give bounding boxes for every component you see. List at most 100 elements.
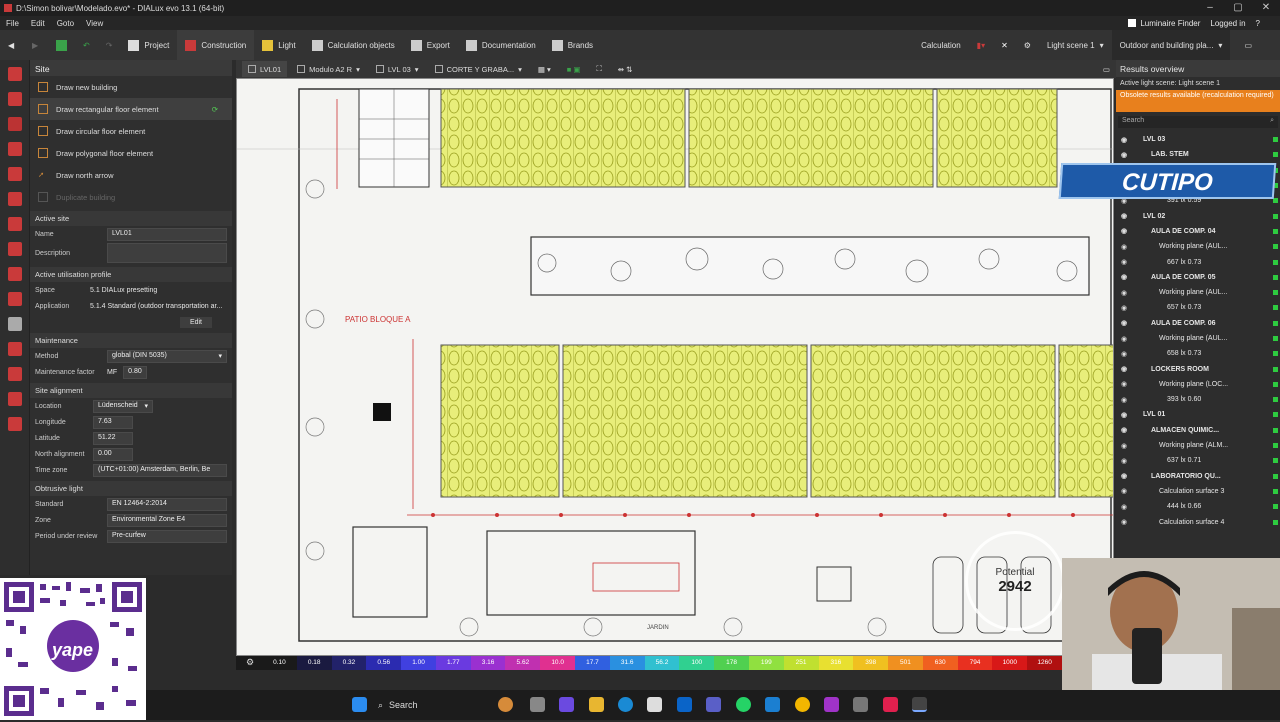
results-tree-row[interactable]: ◉ 444 lx 0.66: [1116, 499, 1280, 514]
fit-view-icon[interactable]: ⛶: [591, 61, 608, 77]
visibility-eye-icon[interactable]: ◉: [1121, 136, 1129, 144]
standard-select[interactable]: EN 12464-2:2014: [107, 497, 227, 511]
undo-button[interactable]: ↶: [75, 30, 98, 60]
falsecolor-toggle-icon[interactable]: ■ ▣: [561, 61, 587, 77]
storey-icon[interactable]: [7, 117, 22, 131]
visibility-eye-icon[interactable]: ◉: [1121, 319, 1129, 327]
visibility-eye-icon[interactable]: ◉: [1121, 258, 1129, 266]
site-icon[interactable]: [7, 67, 22, 81]
results-tree-row[interactable]: ◉ 658 lx 0.73: [1116, 346, 1280, 361]
logged-in-menu[interactable]: Logged in: [1210, 19, 1245, 28]
period-select[interactable]: Pre-curfew: [107, 529, 227, 543]
results-tree-row[interactable]: ◉ 667 lx 0.73: [1116, 254, 1280, 269]
room-icon[interactable]: [7, 167, 22, 181]
tab-brands[interactable]: Brands: [544, 30, 601, 60]
store-icon[interactable]: [647, 697, 662, 712]
tab-export[interactable]: Export: [403, 30, 458, 60]
visibility-eye-icon[interactable]: ◉: [1121, 335, 1129, 343]
visibility-eye-icon[interactable]: ◉: [1121, 380, 1129, 388]
zone-select[interactable]: Environmental Zone E4: [107, 513, 227, 527]
calculation-button[interactable]: Calculation: [913, 30, 969, 60]
results-search-input[interactable]: Search ⌕: [1118, 116, 1278, 128]
refresh-icon[interactable]: ⟳: [212, 105, 218, 114]
results-tree-row[interactable]: ◉ LVL 02: [1116, 208, 1280, 223]
chrome-icon[interactable]: [795, 697, 810, 712]
settings-icon[interactable]: ⚙: [1016, 30, 1039, 60]
visibility-eye-icon[interactable]: ◉: [1121, 227, 1129, 235]
draw-north-arrow-button[interactable]: ➚ Draw north arrow: [30, 164, 232, 186]
visibility-eye-icon[interactable]: ◉: [1121, 243, 1129, 251]
outlook-icon[interactable]: [677, 697, 692, 712]
results-tree-row[interactable]: ◉ LVL 01: [1116, 407, 1280, 422]
material-icon[interactable]: [7, 342, 22, 356]
teams-icon[interactable]: [706, 697, 721, 712]
copilot-icon[interactable]: [559, 697, 574, 712]
scene-type-select[interactable]: Outdoor and building pla... ▾: [1111, 30, 1231, 60]
maximize-button[interactable]: ▢: [1224, 0, 1252, 16]
visibility-eye-icon[interactable]: ◉: [1121, 411, 1129, 419]
visibility-eye-icon[interactable]: ◉: [1121, 457, 1129, 465]
terrain-icon[interactable]: [7, 367, 22, 381]
method-select[interactable]: global (DIN 5035) ▾: [107, 349, 227, 363]
measure-icon[interactable]: ⇹ ⇅: [612, 61, 639, 77]
visibility-eye-icon[interactable]: ◉: [1121, 365, 1129, 373]
results-tree-row[interactable]: ◉ ALMACEN QUIMIC...: [1116, 423, 1280, 438]
furniture-icon[interactable]: [7, 292, 22, 306]
visibility-eye-icon[interactable]: ◉: [1121, 442, 1129, 450]
visibility-eye-icon[interactable]: ◉: [1121, 518, 1129, 526]
draw-polygonal-floor-button[interactable]: Draw polygonal floor element: [30, 142, 232, 164]
tiktok-icon[interactable]: [883, 697, 898, 712]
duplicate-building-button[interactable]: Duplicate building: [30, 186, 232, 208]
results-tree-row[interactable]: ◉ Working plane (AUL...: [1116, 239, 1280, 254]
visibility-eye-icon[interactable]: ◉: [1121, 289, 1129, 297]
whatsapp-icon[interactable]: [736, 697, 751, 712]
tab-lvl01[interactable]: LVL01: [242, 61, 288, 77]
results-tree-row[interactable]: ◉ AULA DE COMP. 04: [1116, 224, 1280, 239]
results-tree-row[interactable]: ◉ AULA DE COMP. 05: [1116, 270, 1280, 285]
tab-construction[interactable]: Construction: [177, 30, 255, 60]
visibility-eye-icon[interactable]: ◉: [1121, 151, 1129, 159]
forward-button[interactable]: ▶: [24, 30, 48, 60]
latitude-field[interactable]: 51.22: [93, 431, 133, 445]
calculation-run-icon[interactable]: ▮▾: [969, 30, 993, 60]
visibility-eye-icon[interactable]: ◉: [1121, 487, 1129, 495]
tab-lvl03[interactable]: LVL 03 ▾: [370, 61, 425, 77]
light-scene-select[interactable]: Light scene 1 ▾: [1039, 30, 1112, 60]
results-tree-row[interactable]: ◉ LVL 03: [1116, 132, 1280, 147]
visibility-eye-icon[interactable]: ◉: [1121, 472, 1129, 480]
monitor-icon[interactable]: ▭: [1097, 61, 1116, 77]
edit-button[interactable]: Edit: [179, 316, 212, 328]
menu-file[interactable]: File: [0, 19, 25, 28]
results-tree-row[interactable]: ◉ AULA DE COMP. 06: [1116, 316, 1280, 331]
menu-edit[interactable]: Edit: [25, 19, 51, 28]
results-tree-row[interactable]: ◉ Calculation surface 3: [1116, 484, 1280, 499]
results-tree-row[interactable]: ◉ Working plane (AUL...: [1116, 331, 1280, 346]
app-purple-icon[interactable]: [824, 697, 839, 712]
window-icon[interactable]: [7, 217, 22, 231]
cut-icon[interactable]: [7, 317, 22, 331]
visibility-eye-icon[interactable]: ◉: [1121, 396, 1129, 404]
visibility-eye-icon[interactable]: ◉: [1121, 350, 1129, 358]
plan-canvas[interactable]: PATIO BLOQUE A JARDIN Potential 2942: [236, 78, 1114, 656]
dialux-taskbar-icon[interactable]: [912, 697, 927, 712]
close-window-button[interactable]: ✕: [1252, 0, 1280, 16]
vscode-icon[interactable]: [765, 697, 780, 712]
edge-icon[interactable]: [618, 697, 633, 712]
windows-start-icon[interactable]: [352, 697, 367, 712]
timezone-select[interactable]: (UTC+01:00) Amsterdam, Berlin, Be: [93, 463, 227, 477]
redo-button[interactable]: ↷: [98, 30, 121, 60]
draw-rectangular-floor-button[interactable]: Draw rectangular floor element ⟳: [30, 98, 232, 120]
location-select[interactable]: Lüdenscheid ▾: [93, 399, 153, 413]
results-tree-row[interactable]: ◉ LAB. STEM: [1116, 147, 1280, 162]
visibility-eye-icon[interactable]: ◉: [1121, 426, 1129, 434]
save-button[interactable]: [48, 30, 75, 60]
results-tree-row[interactable]: ◉ LABORATORIO QU...: [1116, 469, 1280, 484]
help-icon[interactable]: ?: [1256, 19, 1260, 28]
layout-icon[interactable]: ▭: [1236, 30, 1260, 60]
luminaire-finder-button[interactable]: Luminaire Finder: [1128, 19, 1200, 28]
longitude-field[interactable]: 7.63: [93, 415, 133, 429]
view-options-icon[interactable]: ▦ ▾: [532, 61, 557, 77]
door-icon[interactable]: [7, 192, 22, 206]
results-tree-row[interactable]: ◉ Working plane (LOC...: [1116, 377, 1280, 392]
task-view-icon[interactable]: [530, 697, 545, 712]
